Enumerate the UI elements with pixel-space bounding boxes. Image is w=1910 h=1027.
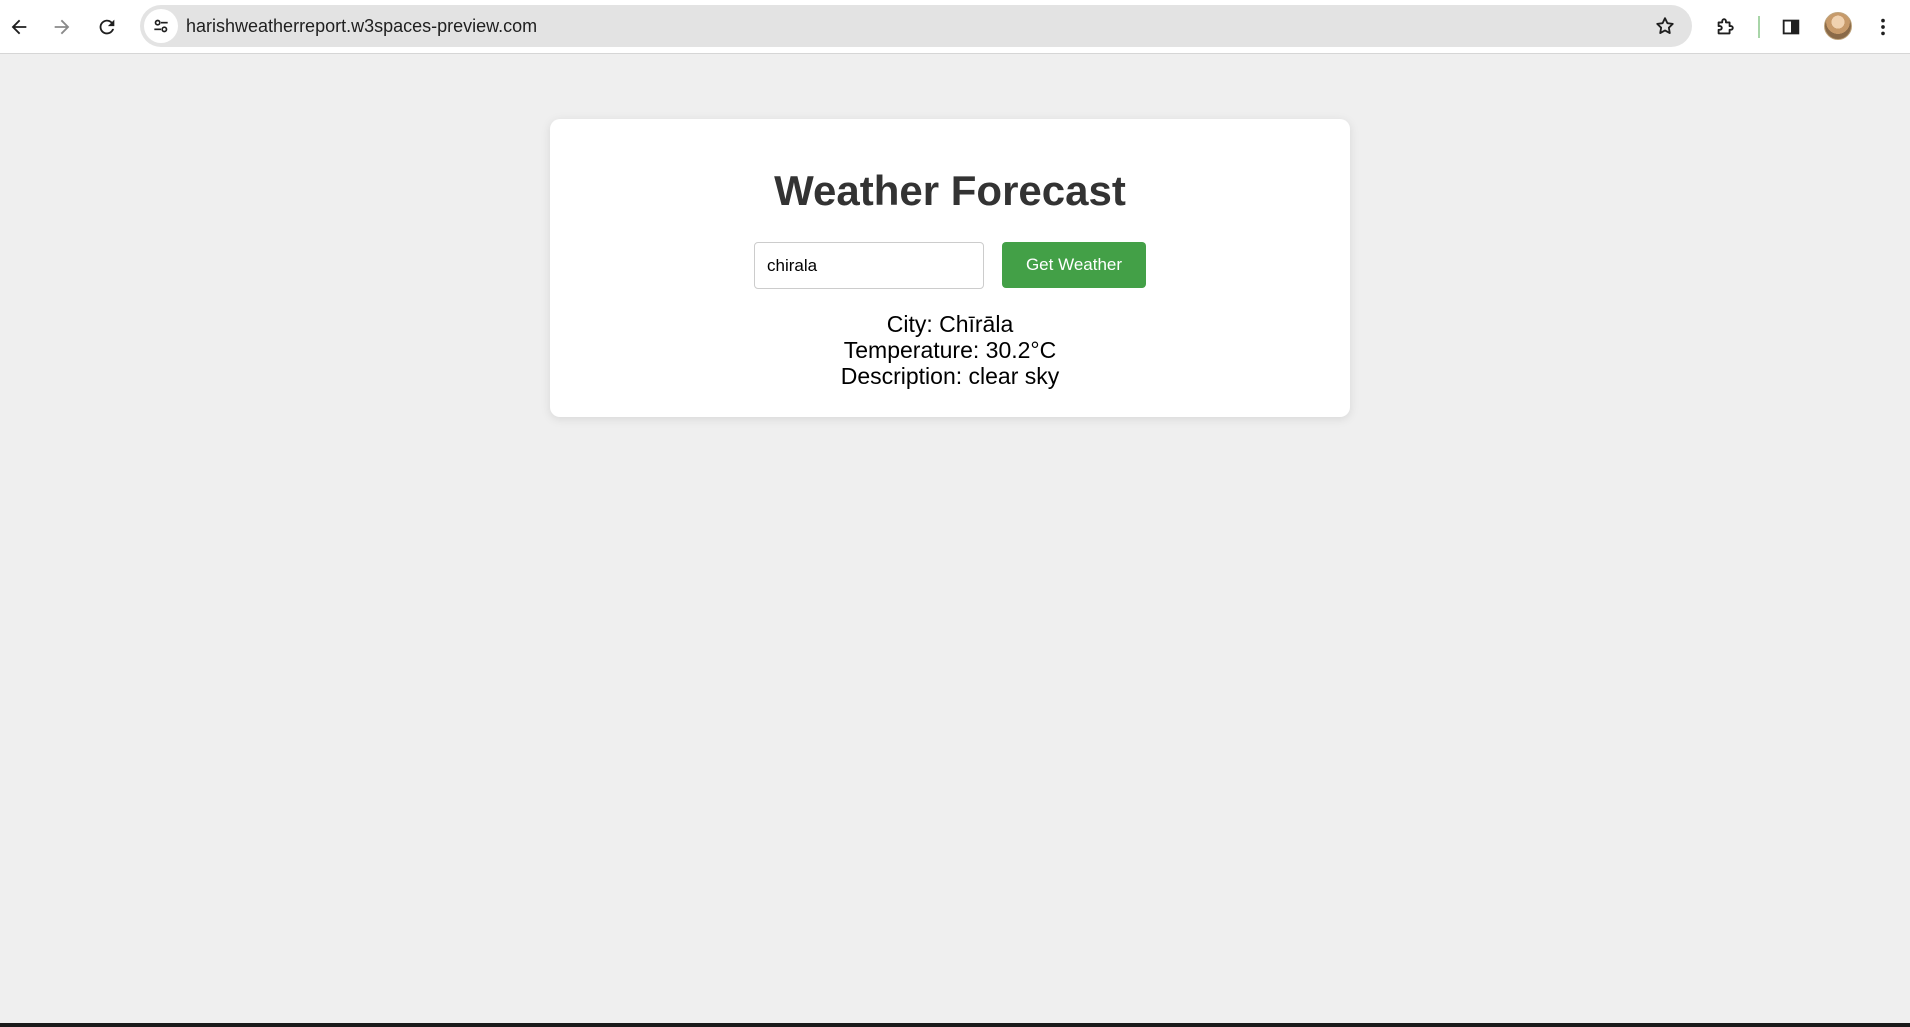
side-panel-button[interactable] <box>1772 8 1810 46</box>
city-input[interactable] <box>754 242 984 289</box>
reload-icon <box>99 19 115 35</box>
browser-toolbar: harishweatherreport.w3spaces-preview.com <box>0 0 1910 54</box>
get-weather-button[interactable]: Get Weather <box>1002 242 1146 288</box>
address-bar[interactable]: harishweatherreport.w3spaces-preview.com <box>140 5 1692 47</box>
arrow-right-icon <box>54 19 70 35</box>
side-panel-icon <box>1782 19 1800 35</box>
taskbar-edge <box>0 1023 1910 1027</box>
profile-avatar[interactable] <box>1824 12 1852 40</box>
page-title: Weather Forecast <box>774 167 1126 214</box>
kebab-menu-icon <box>1881 18 1885 36</box>
result-description: Description: clear sky <box>840 363 1060 389</box>
star-icon <box>1656 17 1674 34</box>
forward-button[interactable] <box>43 8 81 46</box>
toolbar-divider <box>1758 16 1760 38</box>
arrow-left-icon <box>11 19 27 35</box>
puzzle-icon <box>1717 18 1734 35</box>
tune-icon <box>154 19 168 33</box>
result-temperature: Temperature: 30.2°C <box>843 337 1057 363</box>
extensions-button[interactable] <box>1706 8 1744 46</box>
reload-button[interactable] <box>88 8 126 46</box>
bookmark-button[interactable] <box>1650 11 1680 41</box>
weather-card: Weather Forecast Get Weather City: Chīrā… <box>550 119 1350 417</box>
menu-button[interactable] <box>1864 8 1902 46</box>
weather-result: City: Chīrāla Temperature: 30.2°C Descri… <box>550 311 1350 389</box>
site-info-button[interactable] <box>144 9 178 43</box>
back-button[interactable] <box>0 8 38 46</box>
url-text[interactable]: harishweatherreport.w3spaces-preview.com <box>186 5 537 47</box>
result-city: City: Chīrāla <box>886 311 1014 337</box>
